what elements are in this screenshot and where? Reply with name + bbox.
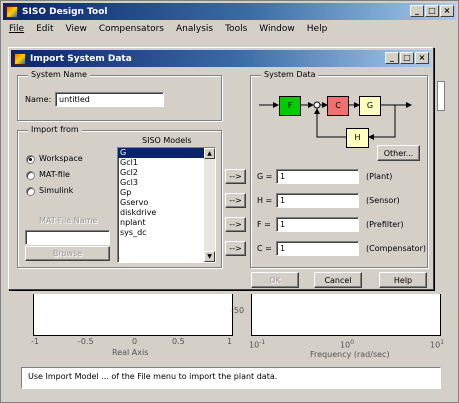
other-button[interactable]: Other... <box>377 145 420 161</box>
radio-matfile[interactable] <box>26 171 35 180</box>
radio-workspace[interactable] <box>26 155 35 164</box>
siso-models-list[interactable]: G Gcl1 Gcl2 Gcl3 Gp Gservo diskdrive npl… <box>117 147 216 263</box>
assign-sensor-button[interactable]: --> <box>225 193 246 208</box>
summing-junction <box>313 101 321 109</box>
plant-role: (Plant) <box>366 172 393 181</box>
main-window-title: SISO Design Tool <box>22 6 108 17</box>
root-locus-xlabel: Real Axis <box>112 348 149 357</box>
list-scrollbar[interactable]: ▲ ▼ <box>204 148 215 262</box>
root-locus-plot[interactable] <box>33 294 233 336</box>
list-item[interactable]: sys_dc <box>118 228 215 238</box>
dialog-title-bar[interactable]: Import System Data _ □ × <box>11 50 431 67</box>
menu-window[interactable]: Window <box>253 24 301 34</box>
siso-models-label: SISO Models <box>142 136 192 145</box>
prefilter-label: F = <box>257 220 271 229</box>
list-item[interactable]: Gcl1 <box>118 158 215 168</box>
dialog-maximize-button[interactable]: □ <box>400 52 414 64</box>
compensator-input[interactable]: 1 <box>276 241 359 256</box>
matfile-name-input[interactable] <box>25 230 110 245</box>
matfile-name-label: MAT-File Name <box>39 216 98 225</box>
browse-button[interactable]: Browse <box>25 246 110 261</box>
sensor-input[interactable]: 1 <box>276 193 359 208</box>
list-item[interactable]: diskdrive <box>118 208 215 218</box>
xtick-label: 1 <box>227 337 233 346</box>
menu-compensators[interactable]: Compensators <box>93 24 170 34</box>
xtick-label: 0 <box>132 337 138 346</box>
xtick-label: -0.5 <box>78 337 94 346</box>
compensator-label: C = <box>257 244 272 253</box>
scroll-down-arrow-icon[interactable]: ▼ <box>204 251 215 262</box>
ytick-label: -50 <box>231 306 245 315</box>
dialog-close-button[interactable]: × <box>415 52 429 64</box>
list-item[interactable]: nplant <box>118 218 215 228</box>
list-item[interactable]: Gcl2 <box>118 168 215 178</box>
minimize-button[interactable]: _ <box>410 5 424 17</box>
radio-matfile-label[interactable]: MAT-file <box>39 170 70 179</box>
plant-label: G = <box>257 172 273 181</box>
cancel-button[interactable]: Cancel <box>314 272 362 288</box>
menu-analysis[interactable]: Analysis <box>170 24 219 34</box>
import-system-data-dialog: Import System Data _ □ × System Name Nam… <box>8 47 434 290</box>
xtick-label: 0.5 <box>172 337 185 346</box>
matlab-icon <box>14 52 26 65</box>
xtick-label: 100 <box>340 339 355 350</box>
radio-simulink-label[interactable]: Simulink <box>39 186 73 195</box>
block-c: C <box>327 96 349 116</box>
bode-xlabel: Frequency (rad/sec) <box>310 350 390 359</box>
prefilter-role: (Prefilter) <box>366 220 404 229</box>
menu-help[interactable]: Help <box>301 24 334 34</box>
block-h: H <box>346 128 369 148</box>
toolbar-edge <box>437 81 445 111</box>
list-item[interactable]: Gcl3 <box>118 178 215 188</box>
prefilter-input[interactable]: 1 <box>276 217 359 232</box>
close-button[interactable]: × <box>440 5 454 17</box>
menu-tools[interactable]: Tools <box>219 24 253 34</box>
xtick-label: 10-1 <box>249 339 266 350</box>
assign-plant-button[interactable]: --> <box>225 169 246 184</box>
list-item[interactable]: G <box>118 148 215 158</box>
block-f: F <box>279 96 301 116</box>
ok-button[interactable]: OK <box>251 272 299 288</box>
menu-file[interactable]: File <box>3 24 30 34</box>
sensor-label: H = <box>257 196 273 205</box>
bode-plot[interactable] <box>251 294 441 336</box>
assign-compensator-button[interactable]: --> <box>225 241 246 256</box>
status-bar: Use Import Model ... of the File menu to… <box>21 367 441 389</box>
menu-edit[interactable]: Edit <box>30 24 59 34</box>
compensator-role: (Compensator) <box>366 244 426 253</box>
menu-view[interactable]: View <box>60 24 93 34</box>
assign-prefilter-button[interactable]: --> <box>225 217 246 232</box>
block-g: G <box>359 96 381 116</box>
dialog-title: Import System Data <box>30 53 132 64</box>
matlab-icon <box>6 5 18 18</box>
list-item[interactable]: Gp <box>118 188 215 198</box>
system-name-legend: System Name <box>28 70 90 79</box>
dialog-minimize-button[interactable]: _ <box>385 52 399 64</box>
name-label: Name: <box>25 95 52 104</box>
main-title-bar[interactable]: SISO Design Tool _ □ × <box>3 3 456 20</box>
plant-input[interactable]: 1 <box>276 169 359 184</box>
scroll-up-arrow-icon[interactable]: ▲ <box>204 148 215 159</box>
system-data-legend: System Data <box>261 70 319 79</box>
xtick-label: -1 <box>31 337 39 346</box>
menu-bar: File Edit View Compensators Analysis Too… <box>3 21 456 37</box>
maximize-button[interactable]: □ <box>425 5 439 17</box>
import-from-legend: Import from <box>28 125 82 134</box>
radio-simulink[interactable] <box>26 187 35 196</box>
sensor-role: (Sensor) <box>366 196 400 205</box>
list-item[interactable]: Gservo <box>118 198 215 208</box>
help-button[interactable]: Help <box>379 272 427 288</box>
system-name-input[interactable]: untitled <box>55 92 164 107</box>
xtick-label: 101 <box>430 339 445 350</box>
radio-workspace-label[interactable]: Workspace <box>39 154 83 163</box>
